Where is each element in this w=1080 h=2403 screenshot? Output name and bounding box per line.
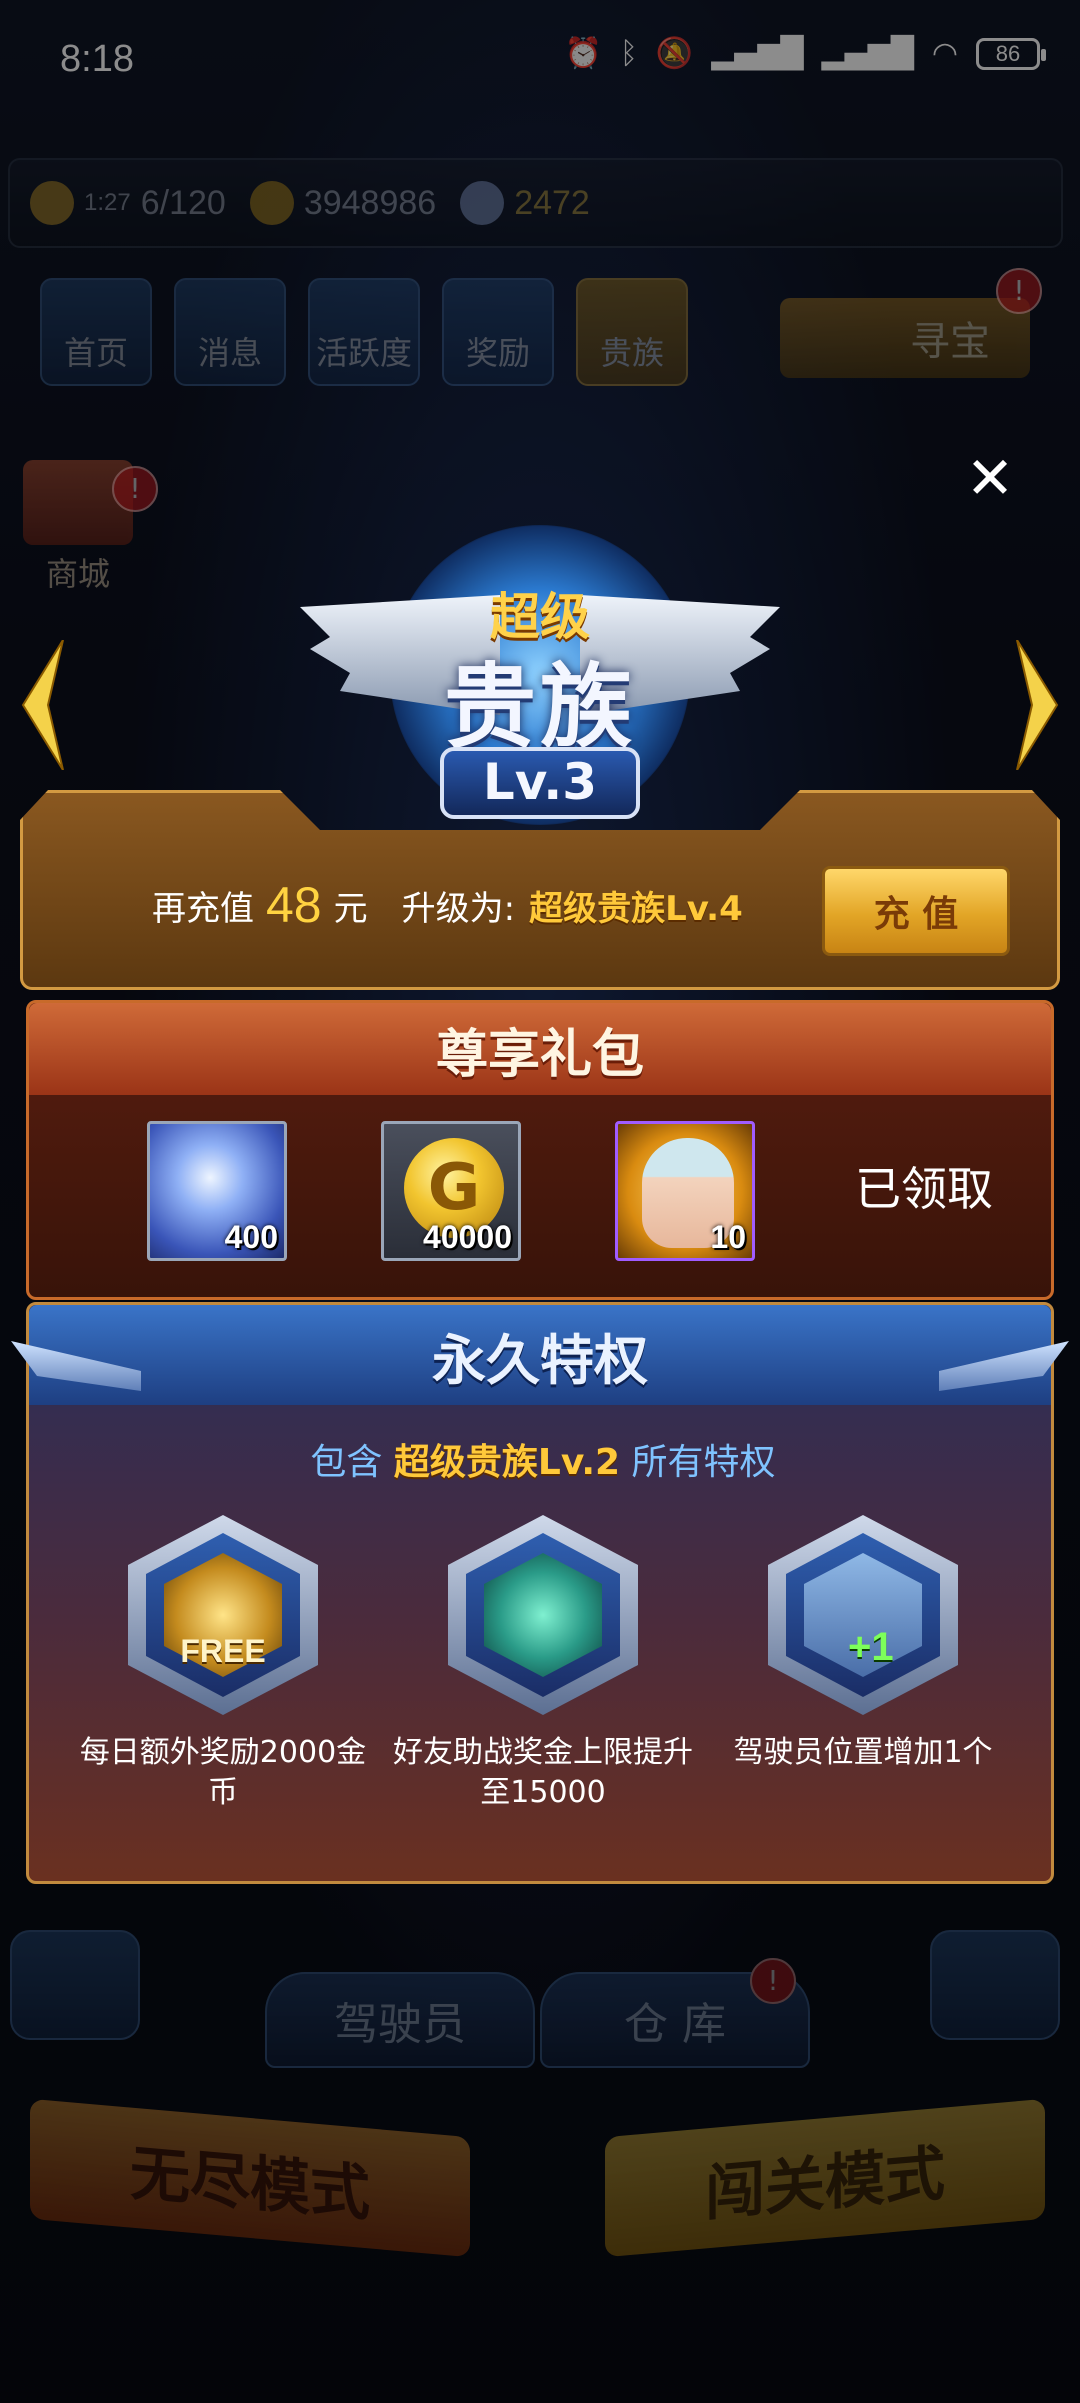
privilege-label: 好友助战奖金上限提升至15000 bbox=[393, 1735, 693, 1810]
privilege-section: 永久特权 包含 超级贵族Lv.2 所有特权 FREE 每日额外奖励2000金币 … bbox=[11, 1302, 1069, 1884]
upgrade-amount: 48 bbox=[266, 877, 322, 933]
recharge-button[interactable]: 充 值 bbox=[822, 866, 1010, 956]
privilege-sub-highlight: 超级贵族Lv.2 bbox=[393, 1442, 621, 1483]
diamond-reward-icon[interactable]: 400 bbox=[147, 1121, 287, 1261]
noble-panel: 再充值 48 元 升级为: 超级贵族Lv.4 充 值 尊享礼包 400 G 40… bbox=[11, 790, 1069, 1890]
gift-section: 尊享礼包 400 G 40000 10 已领取 bbox=[26, 1000, 1054, 1300]
assist-bonus-icon bbox=[448, 1515, 638, 1715]
free-coins-icon: FREE bbox=[128, 1515, 318, 1715]
gift-items: 400 G 40000 10 已领取 bbox=[29, 1095, 1057, 1300]
upgrade-unit: 元 bbox=[333, 888, 368, 929]
privilege-item-gold: FREE 每日额外奖励2000金币 bbox=[73, 1515, 373, 1813]
plus-one-text: +1 bbox=[848, 1625, 894, 1669]
privilege-title: 永久特权 bbox=[29, 1305, 1051, 1405]
privilege-label: 每日额外奖励2000金币 bbox=[79, 1735, 367, 1810]
prev-level-arrow-icon[interactable] bbox=[18, 639, 68, 771]
free-text: FREE bbox=[180, 1633, 266, 1669]
pilot-card-reward-icon[interactable]: 10 bbox=[615, 1121, 755, 1261]
diamond-qty: 400 bbox=[224, 1219, 278, 1255]
next-level-label: 超级贵族Lv.4 bbox=[529, 888, 743, 929]
privilege-subtitle: 包含 超级贵族Lv.2 所有特权 bbox=[29, 1433, 1057, 1485]
claimed-status: 已领取 bbox=[855, 1162, 993, 1216]
noble-badge: 超级 贵族 Lv.3 bbox=[300, 525, 780, 835]
privilege-sub-suffix: 所有特权 bbox=[631, 1442, 776, 1483]
close-icon[interactable]: ✕ bbox=[960, 448, 1020, 508]
gold-qty: 40000 bbox=[423, 1219, 512, 1255]
upgrade-to-label: 升级为: bbox=[401, 888, 516, 929]
privilege-label: 驾驶员位置增加1个 bbox=[733, 1735, 993, 1770]
privilege-sub-prefix: 包含 bbox=[310, 1442, 383, 1483]
next-level-arrow-icon[interactable] bbox=[1012, 639, 1062, 771]
privilege-item-assist: 好友助战奖金上限提升至15000 bbox=[393, 1515, 693, 1813]
privilege-item-pilot-slot: +1 驾驶员位置增加1个 bbox=[713, 1515, 1013, 1773]
pilot-qty: 10 bbox=[710, 1219, 746, 1255]
upgrade-prefix: 再充值 bbox=[152, 888, 254, 929]
gift-title: 尊享礼包 bbox=[29, 1003, 1051, 1095]
gold-coin-reward-icon[interactable]: G 40000 bbox=[381, 1121, 521, 1261]
pilot-slot-icon: +1 bbox=[768, 1515, 958, 1715]
